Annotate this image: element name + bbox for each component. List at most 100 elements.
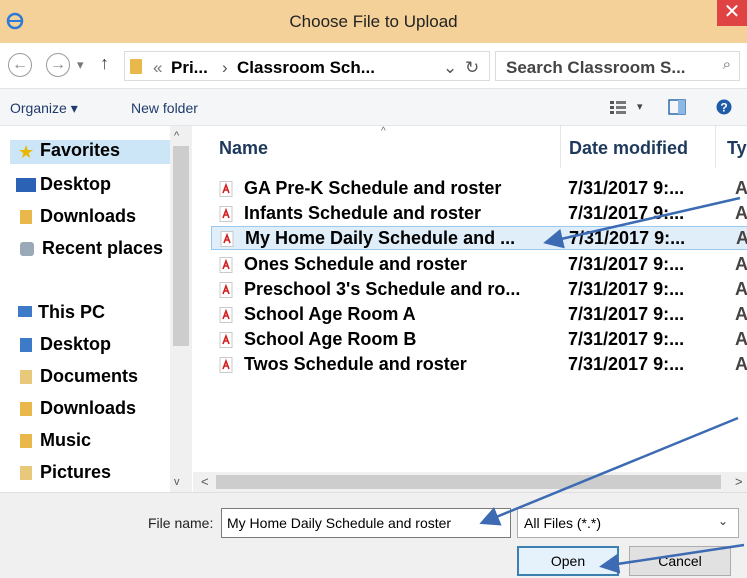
file-type: Ac [735,203,747,223]
view-options-icon[interactable] [610,100,628,114]
file-name: School Age Room B [244,329,417,349]
sidebar-item-label: Favorites [40,140,121,160]
open-button[interactable]: Open [517,546,619,576]
breadcrumb-item-classroom[interactable]: Classroom Sch... [237,58,375,78]
address-bar: ← → ▾ ↑ « Pri... › Classroom Sch... ⌄ ↻ … [0,43,747,89]
file-type: Ac [735,254,747,274]
sidebar-item-label: Desktop [40,334,112,354]
navigation-pane: ★ Favorites Desktop Downloads Recent pla… [0,126,194,492]
file-type-dropdown-icon[interactable]: ⌄ [718,514,728,528]
new-folder-button[interactable]: New folder [131,100,198,116]
up-button[interactable]: ↑ [100,53,109,74]
file-type: Ac [735,329,747,349]
file-type: Ac [735,304,747,324]
pdf-icon [219,257,233,273]
refresh-icon[interactable]: ↻ [465,58,479,78]
file-row[interactable]: School Age Room B 7/31/2017 9:... Ac [207,328,747,352]
file-name-dropdown-icon[interactable]: ⌄ [492,514,502,528]
back-button[interactable]: ← [8,53,32,77]
sidebar-item-label: Desktop [40,174,112,194]
file-name: Preschool 3's Schedule and ro... [244,279,521,299]
sidebar-item-label: Downloads [40,398,137,418]
file-row[interactable]: Infants Schedule and roster 7/31/2017 9:… [207,202,747,226]
column-divider[interactable] [560,126,561,168]
file-type: Ac [735,279,747,299]
scroll-right-icon[interactable]: > [735,474,743,489]
scroll-up-icon[interactable]: ^ [174,130,179,142]
svg-text:?: ? [720,101,727,115]
file-row[interactable]: GA Pre-K Schedule and roster 7/31/2017 9… [207,177,747,201]
file-date: 7/31/2017 9:... [568,279,685,299]
pdf-icon [219,282,233,298]
sidebar-item-label: Music [40,430,92,450]
help-icon[interactable]: ? [716,99,732,115]
file-name-value: My Home Daily Schedule and roster [227,515,452,531]
documents-icon [20,370,32,384]
column-header-date[interactable]: Date modified [569,138,688,159]
desktop-icon [16,178,36,192]
pictures-icon [20,466,32,480]
recent-locations-button[interactable]: ▾ [77,57,84,73]
file-name-label: File name: [148,515,214,531]
search-input[interactable]: Search Classroom S... ⌕ [495,51,740,81]
scroll-down-icon[interactable]: v [174,476,180,488]
forward-button[interactable]: → [46,53,70,77]
search-icon[interactable]: ⌕ [723,56,731,73]
breadcrumb-separator: › [222,58,228,77]
file-type-select[interactable]: All Files (*.*) ⌄ [517,508,739,538]
sidebar-item-favorites[interactable]: ★ Favorites [10,140,178,164]
preview-pane-icon[interactable] [668,99,686,115]
sidebar-item-label: Downloads [40,206,137,226]
address-dropdown-icon[interactable]: ⌄ [443,58,457,78]
hscroll-thumb[interactable] [216,475,721,489]
file-name-input[interactable]: My Home Daily Schedule and roster ⌄ [221,508,511,538]
file-type: Ac [735,354,747,374]
column-divider[interactable] [715,126,716,168]
sort-indicator-icon: ^ [381,126,386,137]
sidebar-item-label: Pictures [40,462,112,482]
search-placeholder: Search Classroom S... [506,58,686,77]
file-list-hscrollbar[interactable]: < > [193,472,747,492]
scroll-left-icon[interactable]: < [201,474,209,489]
downloads-icon [20,210,32,224]
pdf-icon [219,357,233,373]
column-header-type[interactable]: Ty [727,138,747,159]
dialog-footer: File name: My Home Daily Schedule and ro… [0,492,747,578]
file-date: 7/31/2017 9:... [568,203,685,223]
breadcrumb-overflow[interactable]: « [153,58,162,78]
sidebar-item-label: Documents [40,366,139,386]
file-name: GA Pre-K Schedule and roster [244,178,502,198]
file-row[interactable]: Ones Schedule and roster 7/31/2017 9:...… [207,253,747,277]
file-name: Infants Schedule and roster [244,203,482,223]
file-date: 7/31/2017 9:... [568,178,685,198]
command-toolbar: Organize ▾ New folder ▾ ? [0,89,747,126]
organize-button[interactable]: Organize ▾ [10,100,78,117]
sidebar-item-label: Recent places [42,238,164,258]
music-icon [20,434,32,448]
pdf-icon [219,206,233,222]
column-header-name[interactable]: Name [219,138,268,159]
file-list: Name ^ Date modified Ty GA Pre-K Schedul… [193,126,747,472]
close-button[interactable]: ✕ [717,0,747,26]
file-type: Ac [735,178,747,198]
pdf-icon [219,332,233,348]
file-row[interactable]: Twos Schedule and roster 7/31/2017 9:...… [207,353,747,377]
file-date: 7/31/2017 9:... [569,228,686,248]
pdf-icon [220,231,234,247]
desktop-folder-icon [20,338,32,352]
file-name: My Home Daily Schedule and ... [245,228,516,248]
view-dropdown-icon[interactable]: ▾ [637,100,643,113]
sidebar-scrollbar[interactable]: ^ v [170,126,192,492]
file-name: Twos Schedule and roster [244,354,467,374]
file-date: 7/31/2017 9:... [568,304,685,324]
file-row[interactable]: Preschool 3's Schedule and ro... 7/31/20… [207,278,747,302]
file-row[interactable]: School Age Room A 7/31/2017 9:... Ac [207,303,747,327]
breadcrumb[interactable]: « Pri... › Classroom Sch... ⌄ ↻ [124,51,490,81]
recent-places-icon [20,242,34,256]
breadcrumb-item-pri[interactable]: Pri... [171,58,208,78]
file-name: School Age Room A [244,304,416,324]
cancel-button[interactable]: Cancel [629,546,731,576]
file-row-selected[interactable]: My Home Daily Schedule and ... 7/31/2017… [211,226,747,250]
folder-icon [130,59,142,74]
sidebar-scroll-thumb[interactable] [173,146,189,346]
